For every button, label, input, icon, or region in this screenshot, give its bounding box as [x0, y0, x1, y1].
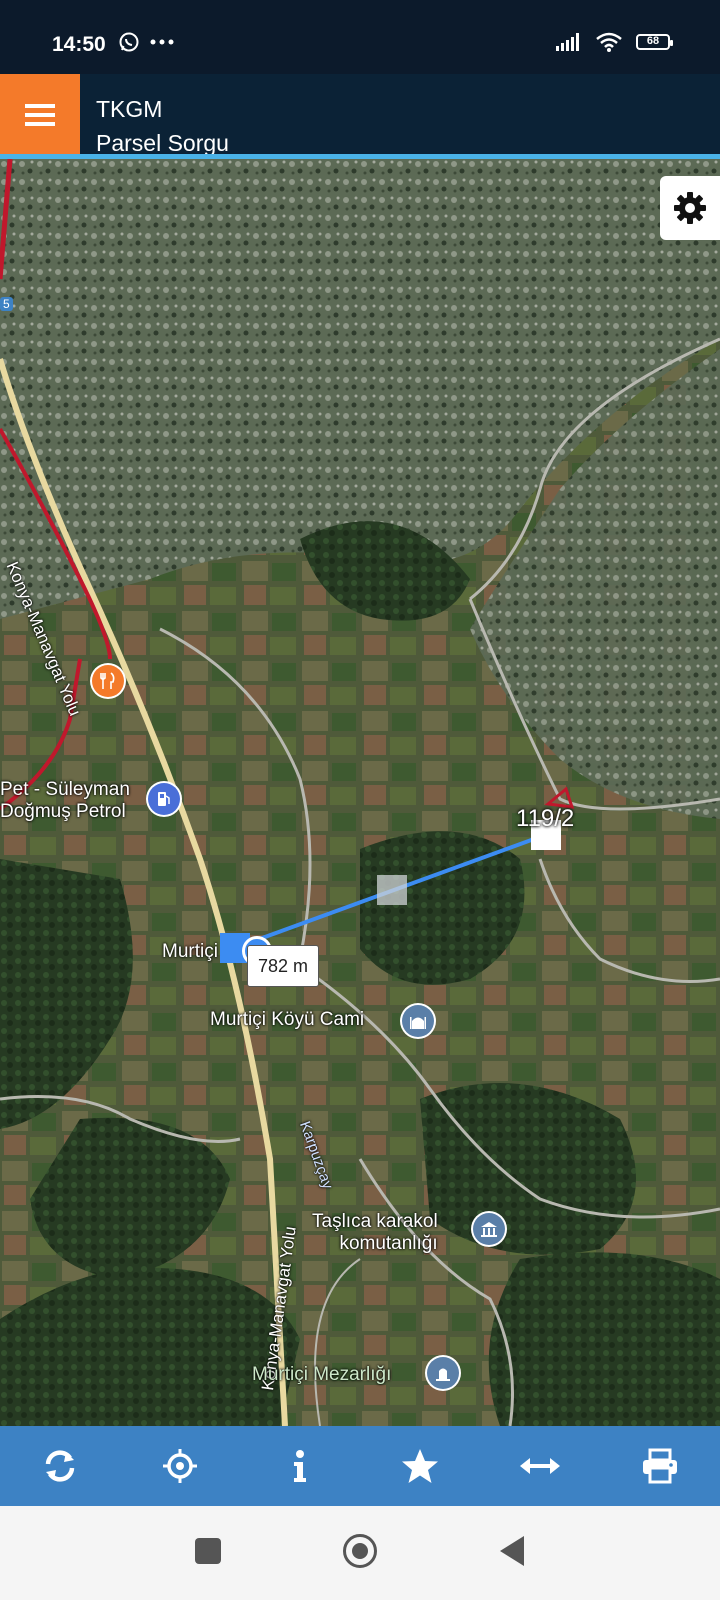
status-time: 14:50 — [52, 33, 106, 56]
road-number-badge: 5 — [0, 297, 13, 311]
home-button[interactable] — [343, 1534, 377, 1568]
poi-label-village: Murtiçi — [162, 941, 218, 962]
favorite-button[interactable] — [390, 1436, 450, 1496]
cemetery-icon[interactable] — [427, 1357, 459, 1389]
status-bar: 14:50 68 — [0, 0, 720, 74]
system-navigation-bar — [0, 1506, 720, 1600]
whatsapp-icon — [119, 32, 139, 52]
more-dots-icon — [150, 39, 174, 45]
poi-label-police-station: Taşlıca karakol komutanlığı — [312, 1211, 438, 1254]
app-title: TKGM — [96, 96, 163, 122]
app-subtitle: Parsel Sorgu — [96, 130, 229, 156]
poi-label-cemetery: Murtiçi Mezarlığı — [252, 1364, 392, 1385]
poi-label-mosque: Murtiçi Köyü Cami — [210, 1009, 365, 1030]
print-icon — [643, 1448, 677, 1484]
wifi-icon — [596, 32, 622, 52]
back-button[interactable] — [500, 1536, 524, 1566]
locate-icon — [163, 1449, 197, 1483]
mosque-icon[interactable] — [402, 1005, 434, 1037]
menu-button[interactable] — [0, 74, 80, 156]
satellite-map[interactable]: 5 Konya-Manavgat Yolu Konya-Manavgat Yol… — [0, 159, 720, 1426]
status-notification-icons — [118, 31, 174, 53]
locate-button[interactable] — [150, 1436, 210, 1496]
distance-label: 782 m — [247, 945, 319, 987]
battery-icon: 68 — [636, 34, 673, 50]
restaurant-icon[interactable] — [92, 665, 124, 697]
hamburger-menu-icon — [25, 104, 55, 126]
info-icon — [294, 1450, 306, 1482]
print-button[interactable] — [630, 1436, 690, 1496]
bottom-toolbar — [0, 1426, 720, 1506]
info-button[interactable] — [270, 1436, 330, 1496]
refresh-button[interactable] — [30, 1436, 90, 1496]
measure-button[interactable] — [510, 1436, 570, 1496]
police-station-icon[interactable] — [473, 1213, 505, 1245]
refresh-icon — [45, 1450, 75, 1482]
gas-station-icon[interactable] — [148, 783, 180, 815]
parcel-number-label: 119/2 — [516, 805, 575, 832]
battery-level: 68 — [646, 35, 660, 47]
status-system-icons: 68 — [556, 32, 673, 52]
poi-label-petrol: Pet - Süleyman Doğmuş Petrol — [0, 779, 130, 822]
measure-icon — [520, 1458, 560, 1474]
settings-button[interactable] — [660, 176, 720, 240]
signal-icon — [556, 33, 579, 51]
app-header: TKGM Parsel Sorgu — [0, 74, 720, 156]
home-dot-icon — [352, 1543, 368, 1559]
recents-button[interactable] — [195, 1538, 221, 1564]
gear-icon — [674, 192, 706, 224]
favorite-icon — [402, 1449, 438, 1483]
